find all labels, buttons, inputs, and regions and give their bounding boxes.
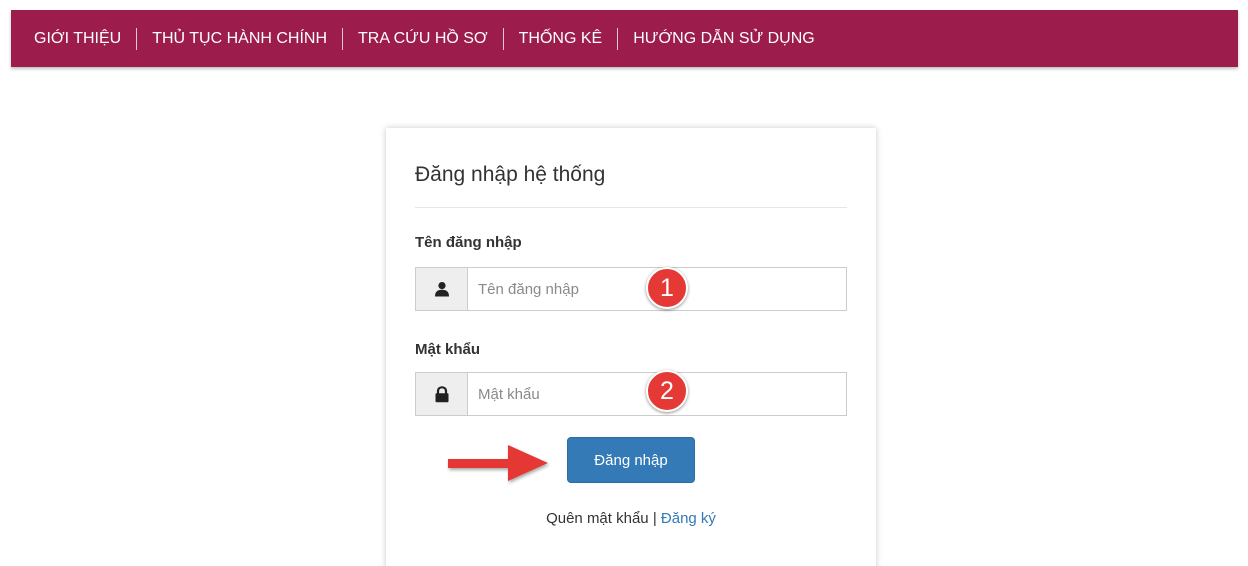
nav-item-thong-ke[interactable]: THỐNG KÊ — [504, 28, 618, 50]
login-title: Đăng nhập hệ thống — [415, 163, 606, 186]
login-panel: Đăng nhập hệ thống Tên đăng nhập Mật khẩ… — [386, 128, 876, 566]
user-icon — [416, 268, 468, 310]
auth-links: Quên mật khẩu | Đăng ký — [386, 510, 876, 527]
top-navigation-bar: GIỚI THIỆU THỦ TỤC HÀNH CHÍNH TRA CỨU HỒ… — [11, 10, 1238, 67]
title-divider — [415, 207, 847, 208]
password-input-group — [415, 372, 847, 416]
username-input-group — [415, 267, 847, 311]
nav-item-thu-tuc-hanh-chinh[interactable]: THỦ TỤC HÀNH CHÍNH — [137, 28, 342, 50]
password-label: Mật khẩu — [415, 341, 481, 358]
login-button[interactable]: Đăng nhập — [567, 437, 695, 483]
links-separator: | — [652, 510, 657, 527]
lock-icon — [416, 373, 468, 415]
right-arrow-icon — [448, 445, 548, 481]
username-label: Tên đăng nhập — [415, 234, 522, 251]
page: GIỚI THIỆU THỦ TỤC HÀNH CHÍNH TRA CỨU HỒ… — [0, 0, 1248, 566]
nav-item-tra-cuu-ho-so[interactable]: TRA CỨU HỒ SƠ — [343, 28, 503, 50]
nav-item-huong-dan-su-dung[interactable]: HƯỚNG DẪN SỬ DỤNG — [618, 28, 830, 50]
step-2-badge: 2 — [646, 370, 688, 412]
register-link[interactable]: Đăng ký — [661, 510, 716, 527]
step-1-badge: 1 — [646, 267, 688, 309]
forgot-password-text[interactable]: Quên mật khẩu — [546, 510, 649, 527]
nav-item-gioi-thieu[interactable]: GIỚI THIỆU — [11, 28, 136, 50]
